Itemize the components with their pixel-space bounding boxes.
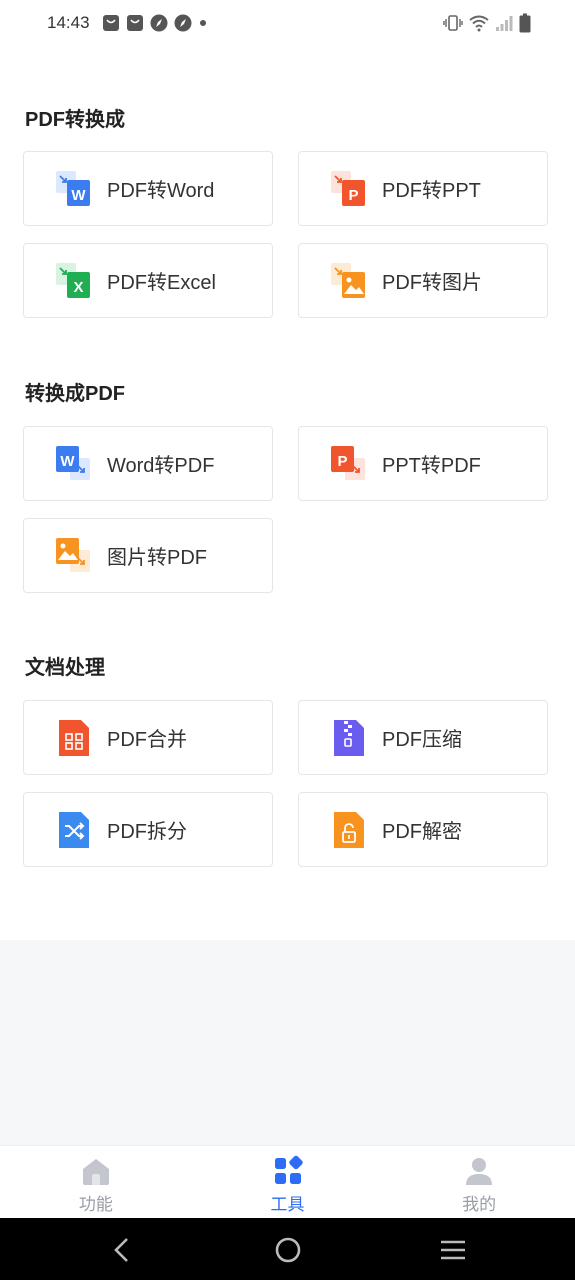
pdf-split-card[interactable]: PDF拆分 (23, 792, 273, 867)
section-title-document-processing: 文档处理 (25, 657, 105, 679)
pdf-decrypt-label: PDF解密 (382, 821, 462, 843)
tab-mine[interactable]: 我的 (383, 1146, 575, 1219)
status-time: 14:43 (47, 13, 90, 32)
pdf-merge-label: PDF合并 (107, 729, 187, 751)
svg-text:P: P (337, 453, 347, 470)
wifi-icon (469, 15, 489, 32)
pdf-to-ppt-icon: P (331, 170, 365, 206)
status-bar: 14:43 (0, 0, 575, 48)
image-to-pdf-label: 图片转PDF (107, 547, 207, 569)
pdf-to-ppt-card[interactable]: P PDF转PPT (298, 151, 548, 226)
svg-text:W: W (71, 187, 86, 204)
pdf-merge-icon (59, 719, 89, 756)
vibrate-icon (443, 15, 463, 31)
tab-mine-label: 我的 (462, 1195, 497, 1214)
tab-features[interactable]: 功能 (0, 1146, 192, 1219)
dot-icon (200, 20, 206, 26)
battery-icon (519, 13, 531, 33)
home-icon (82, 1159, 109, 1185)
pdf-to-image-icon (331, 262, 365, 298)
pdf-split-icon (59, 811, 89, 848)
menu-icon[interactable] (438, 1235, 468, 1265)
empty-background-area (0, 940, 575, 1145)
tab-tools-label: 工具 (270, 1195, 305, 1214)
system-navigation-bar (0, 1218, 575, 1280)
pdf-to-word-icon: W (56, 170, 90, 206)
pdf-merge-card[interactable]: PDF合并 (23, 700, 273, 775)
word-to-pdf-card[interactable]: W Word转PDF (23, 426, 273, 501)
pdf-decrypt-icon (334, 811, 364, 848)
svg-text:W: W (60, 453, 75, 470)
home-circle-icon[interactable] (273, 1235, 303, 1265)
back-icon[interactable] (107, 1235, 137, 1265)
pdf-to-image-card[interactable]: PDF转图片 (298, 243, 548, 318)
signal-icon (496, 16, 513, 31)
word-to-pdf-icon: W (56, 445, 90, 480)
bag-icon (127, 15, 143, 31)
user-icon (466, 1158, 493, 1185)
tools-grid-icon (274, 1155, 303, 1184)
pdf-compress-icon (334, 719, 364, 756)
section-title-to-pdf: 转换成PDF (25, 383, 125, 405)
pdf-to-word-card[interactable]: W PDF转Word (23, 151, 273, 226)
bag-icon (103, 15, 119, 31)
ppt-to-pdf-card[interactable]: P PPT转PDF (298, 426, 548, 501)
tools-content: PDF转换成 W PDF转Word P PDF转PPT X PDF转Excel (0, 48, 575, 940)
tab-features-label: 功能 (78, 1195, 113, 1214)
pdf-compress-label: PDF压缩 (382, 729, 462, 751)
pdf-to-excel-icon: X (56, 262, 90, 298)
pdf-to-ppt-label: PDF转PPT (382, 180, 481, 202)
word-to-pdf-label: Word转PDF (107, 455, 215, 477)
pdf-decrypt-card[interactable]: PDF解密 (298, 792, 548, 867)
svg-text:P: P (348, 187, 358, 204)
pdf-compress-card[interactable]: PDF压缩 (298, 700, 548, 775)
tab-tools[interactable]: 工具 (192, 1146, 384, 1219)
section-title-pdf-to: PDF转换成 (25, 109, 125, 131)
pdf-to-image-label: PDF转图片 (382, 272, 482, 294)
compass-icon (150, 14, 168, 32)
compass-icon (174, 14, 192, 32)
bottom-tab-bar: 功能 工具 我的 (0, 1145, 575, 1219)
pdf-to-excel-card[interactable]: X PDF转Excel (23, 243, 273, 318)
pdf-split-label: PDF拆分 (107, 821, 187, 843)
image-to-pdf-card[interactable]: 图片转PDF (23, 518, 273, 593)
image-to-pdf-icon (56, 537, 90, 572)
ppt-to-pdf-icon: P (331, 445, 365, 480)
pdf-to-word-label: PDF转Word (107, 180, 215, 202)
pdf-to-excel-label: PDF转Excel (107, 272, 216, 294)
ppt-to-pdf-label: PPT转PDF (382, 455, 481, 477)
system-status-icons (443, 13, 531, 33)
svg-text:X: X (73, 279, 83, 296)
notification-icons (102, 14, 208, 32)
